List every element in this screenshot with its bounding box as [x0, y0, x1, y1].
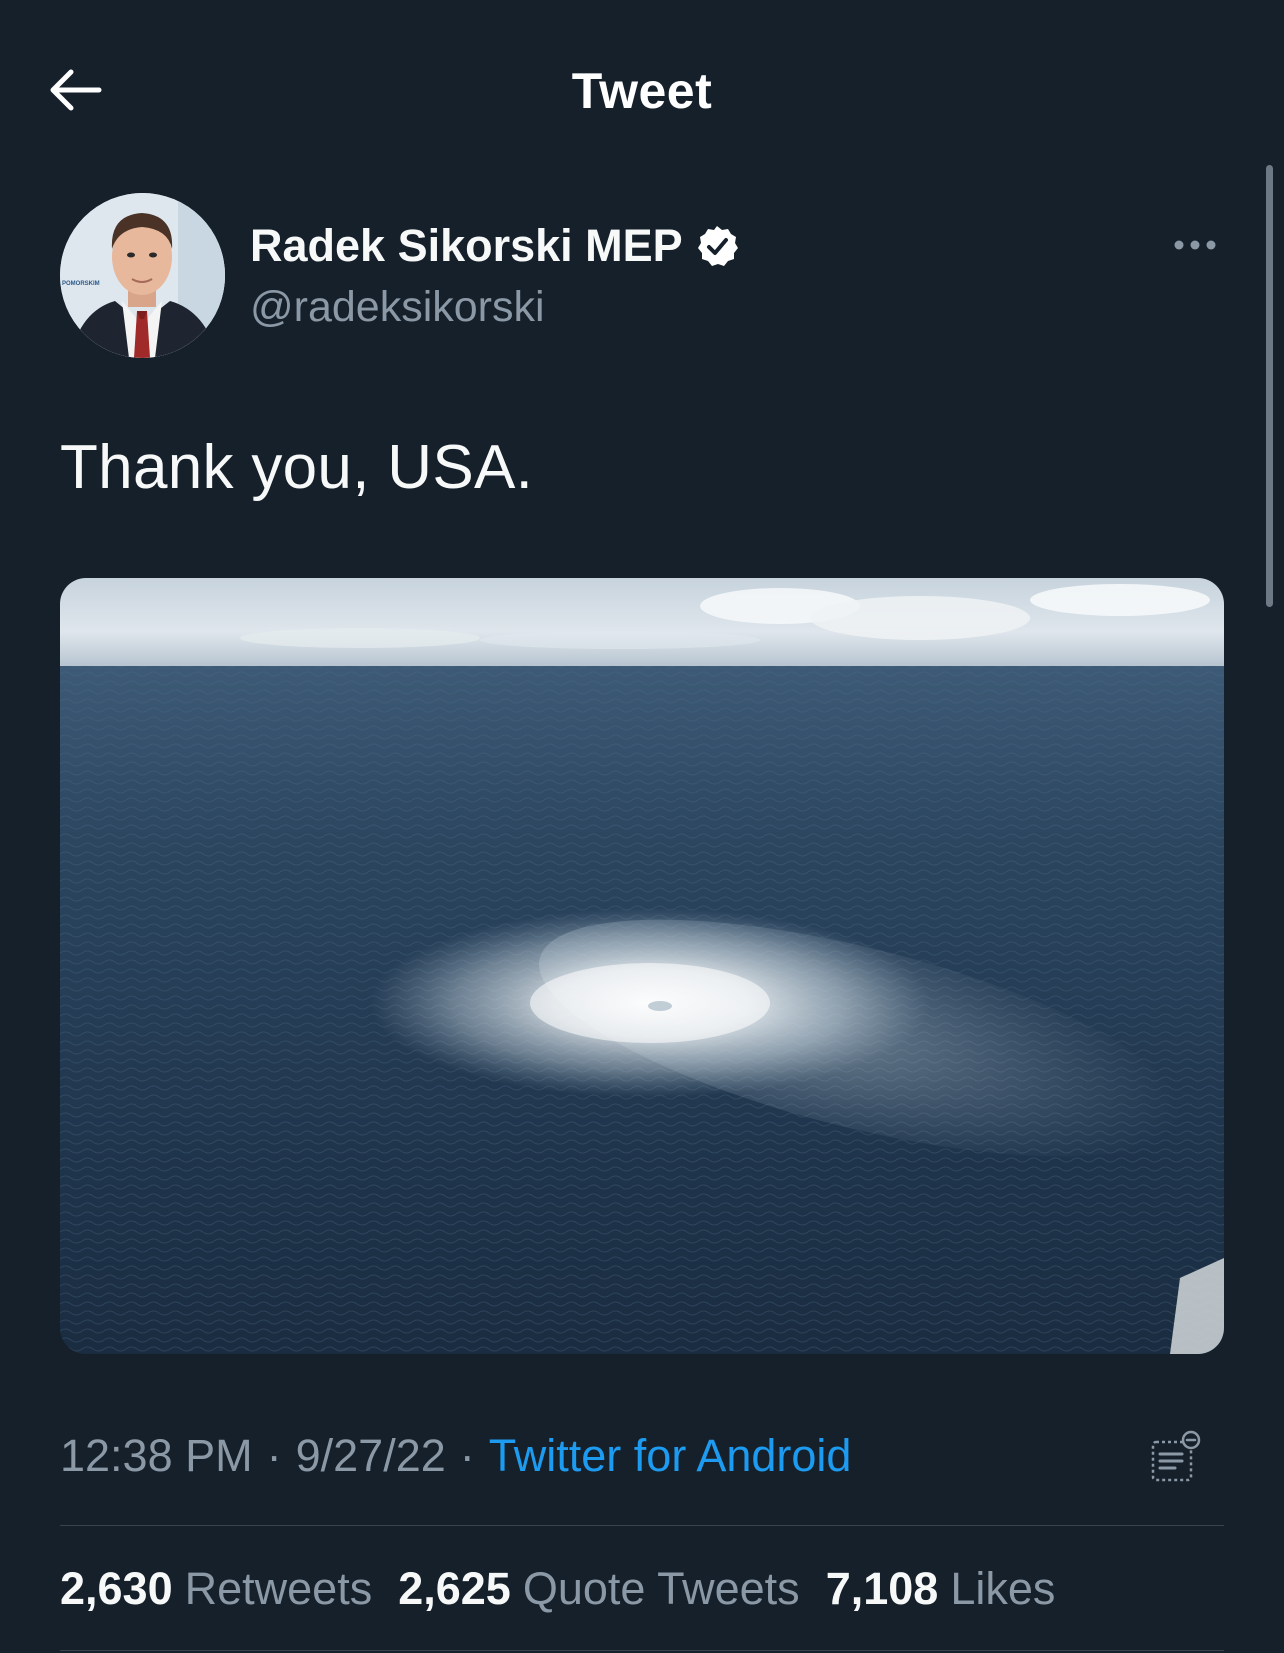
more-options-button[interactable] [1168, 225, 1222, 265]
quote-tweets-count: 2,625 [398, 1563, 511, 1614]
scrollbar[interactable] [1266, 165, 1273, 607]
likes-label: Likes [950, 1563, 1056, 1614]
tweet-time[interactable]: 12:38 PM [60, 1430, 253, 1481]
quote-tweets-label: Quote Tweets [522, 1563, 800, 1614]
view-analytics-button[interactable] [1145, 1428, 1205, 1488]
page-title: Tweet [571, 63, 713, 119]
top-bar: Tweet [0, 0, 1284, 180]
tweet-photo[interactable] [60, 578, 1224, 1354]
author-name[interactable]: Radek Sikorski MEP [250, 220, 683, 272]
quote-tweets-stat[interactable]: 2,625 Quote Tweets [398, 1563, 799, 1615]
verified-badge-icon [697, 226, 738, 266]
avatar[interactable]: POMORSKIM [60, 193, 225, 358]
engagement-stats: 2,630 Retweets 2,625 Quote Tweets 7,108 Lik… [60, 1563, 1055, 1615]
retweets-stat[interactable]: 2,630 Retweets [60, 1563, 372, 1615]
view-analytics-icon [1151, 1430, 1201, 1482]
likes-stat[interactable]: 7,108 Likes [826, 1563, 1056, 1615]
likes-count: 7,108 [825, 1563, 939, 1614]
tweet-text: Thank you, USA. [60, 433, 534, 502]
meta-separator: · [266, 1430, 282, 1481]
avatar-backdrop-text: POMORSKIM [62, 281, 100, 287]
tweet-source-link[interactable]: Twitter for Android [489, 1430, 852, 1481]
author-handle[interactable]: @radeksikorski [250, 283, 545, 332]
tweet-date[interactable]: 9/27/22 [296, 1430, 446, 1481]
meta-separator: · [459, 1430, 475, 1481]
retweets-label: Retweets [184, 1563, 373, 1614]
photo-sea-gas-leak [60, 578, 1224, 1354]
avatar-photo: POMORSKIM [60, 193, 225, 358]
ellipsis-icon [1174, 240, 1216, 250]
retweets-count: 2,630 [60, 1563, 173, 1614]
divider [60, 1525, 1224, 1526]
author-name-row[interactable]: Radek Sikorski MEP [250, 218, 739, 274]
tweet-meta: 12:38 PM · 9/27/22 · Twitter for Android [60, 1430, 851, 1482]
divider [60, 1650, 1224, 1651]
